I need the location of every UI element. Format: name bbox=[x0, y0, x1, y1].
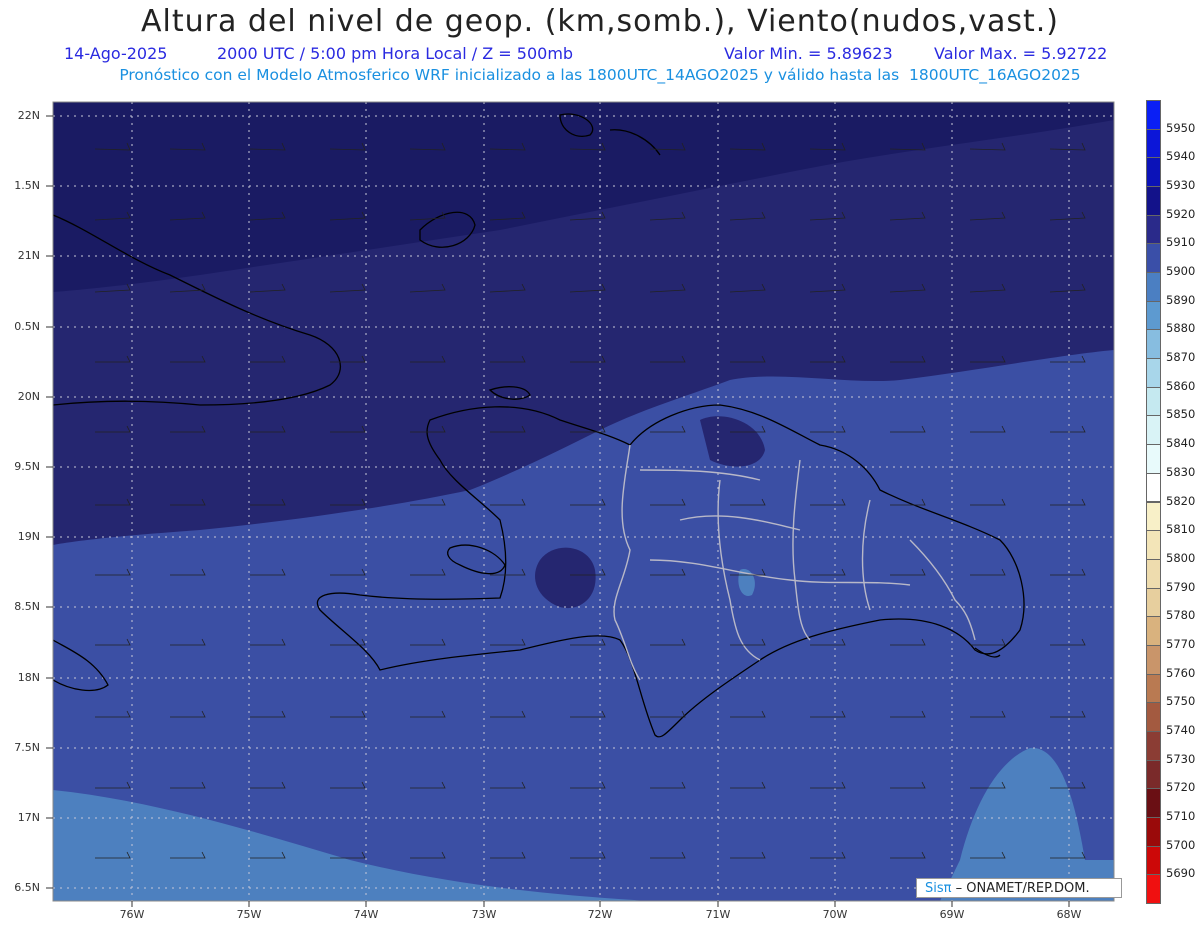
colorbar-swatch bbox=[1146, 759, 1161, 790]
lon-label-68w: 68W bbox=[1056, 908, 1082, 921]
colorbar-swatch bbox=[1146, 300, 1161, 331]
colorbar-label: 5810 bbox=[1166, 522, 1196, 537]
colorbar-label: 5770 bbox=[1166, 636, 1196, 651]
lon-label-74w: 74W bbox=[353, 908, 379, 921]
colorbar-label: 5730 bbox=[1166, 751, 1196, 766]
lat-label-18n: 18N bbox=[17, 671, 40, 684]
lon-label-70w: 70W bbox=[822, 908, 848, 921]
colorbar-label: 5710 bbox=[1166, 808, 1196, 823]
contour-fill bbox=[53, 102, 1114, 901]
colorbar-label: 5900 bbox=[1166, 264, 1196, 279]
colorbar-label: 5930 bbox=[1166, 178, 1196, 193]
colorbar-label: 5950 bbox=[1166, 120, 1196, 135]
colorbar-swatch bbox=[1146, 100, 1161, 130]
colorbar-label: 5910 bbox=[1166, 235, 1196, 250]
lat-label-17-5n: 7.5N bbox=[14, 741, 40, 754]
lat-label-17n: 17N bbox=[17, 811, 40, 824]
colorbar-label: 5720 bbox=[1166, 780, 1196, 795]
lon-label-72w: 72W bbox=[587, 908, 613, 921]
colorbar-swatch bbox=[1146, 874, 1161, 904]
credit-text: – ONAMET/REP.DOM. bbox=[951, 881, 1090, 896]
colorbar-swatch bbox=[1146, 673, 1161, 704]
colorbar-label: 5840 bbox=[1166, 436, 1196, 451]
lon-label-75w: 75W bbox=[236, 908, 262, 921]
lat-label-18-5n: 8.5N bbox=[14, 600, 40, 613]
colorbar-swatch bbox=[1146, 386, 1161, 417]
colorbar-label: 5740 bbox=[1166, 722, 1196, 737]
forecast-map bbox=[46, 101, 1115, 907]
lon-label-71w: 71W bbox=[705, 908, 731, 921]
colorbar-swatch bbox=[1146, 329, 1161, 360]
colorbar-swatch bbox=[1146, 587, 1161, 618]
colorbar-label: 5880 bbox=[1166, 321, 1196, 336]
colorbar-label: 5870 bbox=[1166, 350, 1196, 365]
colorbar-label: 5820 bbox=[1166, 493, 1196, 508]
colorbar-swatch bbox=[1146, 845, 1161, 876]
colorbar-label: 5790 bbox=[1166, 579, 1196, 594]
colorbar-label: 5890 bbox=[1166, 292, 1196, 307]
colorbar-swatch bbox=[1146, 530, 1161, 560]
credit-box: Sisπ – ONAMET/REP.DOM. bbox=[916, 878, 1122, 898]
lat-label-19n: 19N bbox=[17, 530, 40, 543]
lat-label-20-5n: 0.5N bbox=[14, 320, 40, 333]
colorbar-swatch bbox=[1146, 472, 1161, 503]
colorbar-swatch bbox=[1146, 616, 1161, 646]
colorbar-label: 5760 bbox=[1166, 665, 1196, 680]
colorbar-label: 5860 bbox=[1166, 378, 1196, 393]
colorbar-swatch bbox=[1146, 444, 1161, 474]
colorbar-label: 5750 bbox=[1166, 694, 1196, 709]
colorbar-swatch bbox=[1146, 644, 1161, 675]
sispi-logo: Sisπ bbox=[925, 881, 952, 896]
lon-label-73w: 73W bbox=[471, 908, 497, 921]
colorbar-swatch bbox=[1146, 788, 1161, 818]
colorbar-label: 5920 bbox=[1166, 206, 1196, 221]
colorbar-swatch bbox=[1146, 415, 1161, 446]
lat-label-16-5n: 6.5N bbox=[14, 881, 40, 894]
colorbar-label: 5690 bbox=[1166, 866, 1196, 881]
colorbar-swatch bbox=[1146, 816, 1161, 847]
lon-label-76w: 76W bbox=[119, 908, 145, 921]
colorbar-swatch bbox=[1146, 358, 1161, 388]
colorbar-swatch bbox=[1146, 558, 1161, 589]
colorbar-label: 5700 bbox=[1166, 837, 1196, 852]
lat-label-21n: 21N bbox=[17, 249, 40, 262]
colorbar-swatch bbox=[1146, 702, 1161, 732]
colorbar-label: 5800 bbox=[1166, 550, 1196, 565]
colorbar-swatch bbox=[1146, 214, 1161, 245]
lat-label-21-5n: 1.5N bbox=[14, 179, 40, 192]
colorbar-swatch bbox=[1146, 272, 1161, 302]
colorbar-swatch bbox=[1146, 186, 1161, 216]
colorbar-swatch bbox=[1146, 501, 1161, 532]
colorbar-swatch bbox=[1146, 128, 1161, 159]
colorbar-label: 5780 bbox=[1166, 608, 1196, 623]
lat-label-22n: 22N bbox=[17, 109, 40, 122]
colorbar-swatch bbox=[1146, 730, 1161, 761]
colorbar-swatch bbox=[1146, 243, 1161, 274]
colorbar-label: 5850 bbox=[1166, 407, 1196, 422]
lat-label-19-5n: 9.5N bbox=[14, 460, 40, 473]
colorbar-label: 5940 bbox=[1166, 149, 1196, 164]
lon-label-69w: 69W bbox=[939, 908, 965, 921]
lat-label-20n: 20N bbox=[17, 390, 40, 403]
colorbar-swatch bbox=[1146, 157, 1161, 188]
colorbar-label: 5830 bbox=[1166, 464, 1196, 479]
